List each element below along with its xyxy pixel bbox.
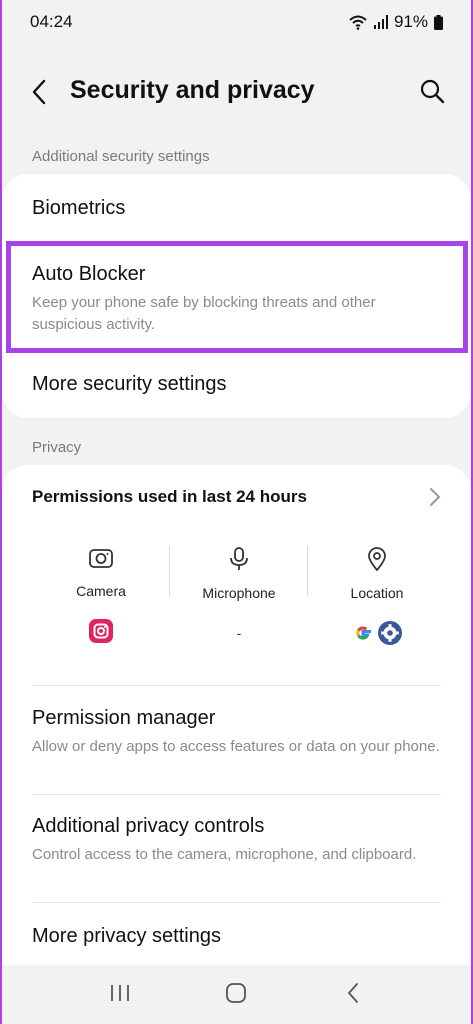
chevron-right-icon [430, 488, 441, 506]
back-arrow-icon[interactable] [26, 78, 54, 106]
permission-location[interactable]: Location [308, 546, 446, 647]
more-security-settings-item[interactable]: More security settings [32, 373, 441, 396]
permissions-header[interactable]: Permissions used in last 24 hours [32, 487, 441, 507]
recents-icon [111, 985, 130, 1001]
app-bar: Security and privacy [2, 64, 471, 120]
divider [32, 685, 441, 686]
page-title: Security and privacy [70, 76, 315, 104]
google-icon [356, 626, 371, 640]
home-icon [226, 983, 247, 1003]
settings-icon [378, 621, 402, 645]
status-time: 04:24 [30, 12, 73, 31]
camera-apps [32, 617, 170, 645]
permission-manager-title: Permission manager [32, 707, 216, 729]
search-icon[interactable] [419, 78, 445, 104]
auto-blocker-title: Auto Blocker [32, 263, 146, 285]
location-apps [308, 619, 446, 647]
microphone-apps-none: - [236, 625, 242, 641]
permissions-title: Permissions used in last 24 hours [32, 487, 307, 506]
more-privacy-settings-title: More privacy settings [32, 925, 221, 947]
divider [32, 902, 441, 903]
permission-microphone[interactable]: Microphone - [170, 546, 308, 647]
additional-privacy-controls-subtitle: Control access to the camera, microphone… [32, 846, 417, 863]
camera-icon [89, 549, 113, 568]
divider [32, 794, 441, 795]
back-icon [347, 983, 358, 1003]
navigation-bar [2, 962, 471, 1024]
section-header-security: Additional security settings [32, 148, 210, 165]
biometrics-item[interactable]: Biometrics [32, 197, 441, 220]
permission-camera[interactable]: Camera [32, 546, 170, 645]
status-icons: 91% [348, 12, 443, 32]
status-bar: 04:24 91% [2, 0, 471, 44]
battery-percent: 91% [393, 12, 428, 31]
auto-blocker-item[interactable]: Auto Blocker Keep your phone safe by blo… [32, 263, 441, 336]
location-icon [368, 547, 386, 572]
permission-manager-item[interactable]: Permission manager Allow or deny apps to… [32, 707, 441, 758]
auto-blocker-subtitle: Keep your phone safe by blocking threats… [32, 294, 376, 333]
biometrics-title: Biometrics [32, 197, 126, 219]
permission-manager-subtitle: Allow or deny apps to access features or… [32, 738, 440, 755]
camera-label: Camera [76, 583, 126, 599]
location-label: Location [350, 585, 404, 601]
wifi-icon [349, 15, 367, 30]
instagram-icon [89, 619, 113, 643]
microphone-icon [230, 547, 248, 570]
more-privacy-settings-item[interactable]: More privacy settings [32, 925, 441, 948]
microphone-label: Microphone [202, 585, 276, 601]
more-security-settings-title: More security settings [32, 373, 227, 395]
signal-icon [373, 15, 388, 29]
home-button[interactable] [216, 973, 256, 1013]
additional-privacy-controls-title: Additional privacy controls [32, 815, 265, 837]
additional-privacy-controls-item[interactable]: Additional privacy controls Control acce… [32, 815, 441, 866]
microphone-apps: - [170, 619, 308, 647]
battery-icon [434, 14, 443, 30]
section-header-privacy: Privacy [32, 439, 82, 456]
recents-button[interactable] [100, 973, 140, 1013]
back-button[interactable] [333, 973, 373, 1013]
